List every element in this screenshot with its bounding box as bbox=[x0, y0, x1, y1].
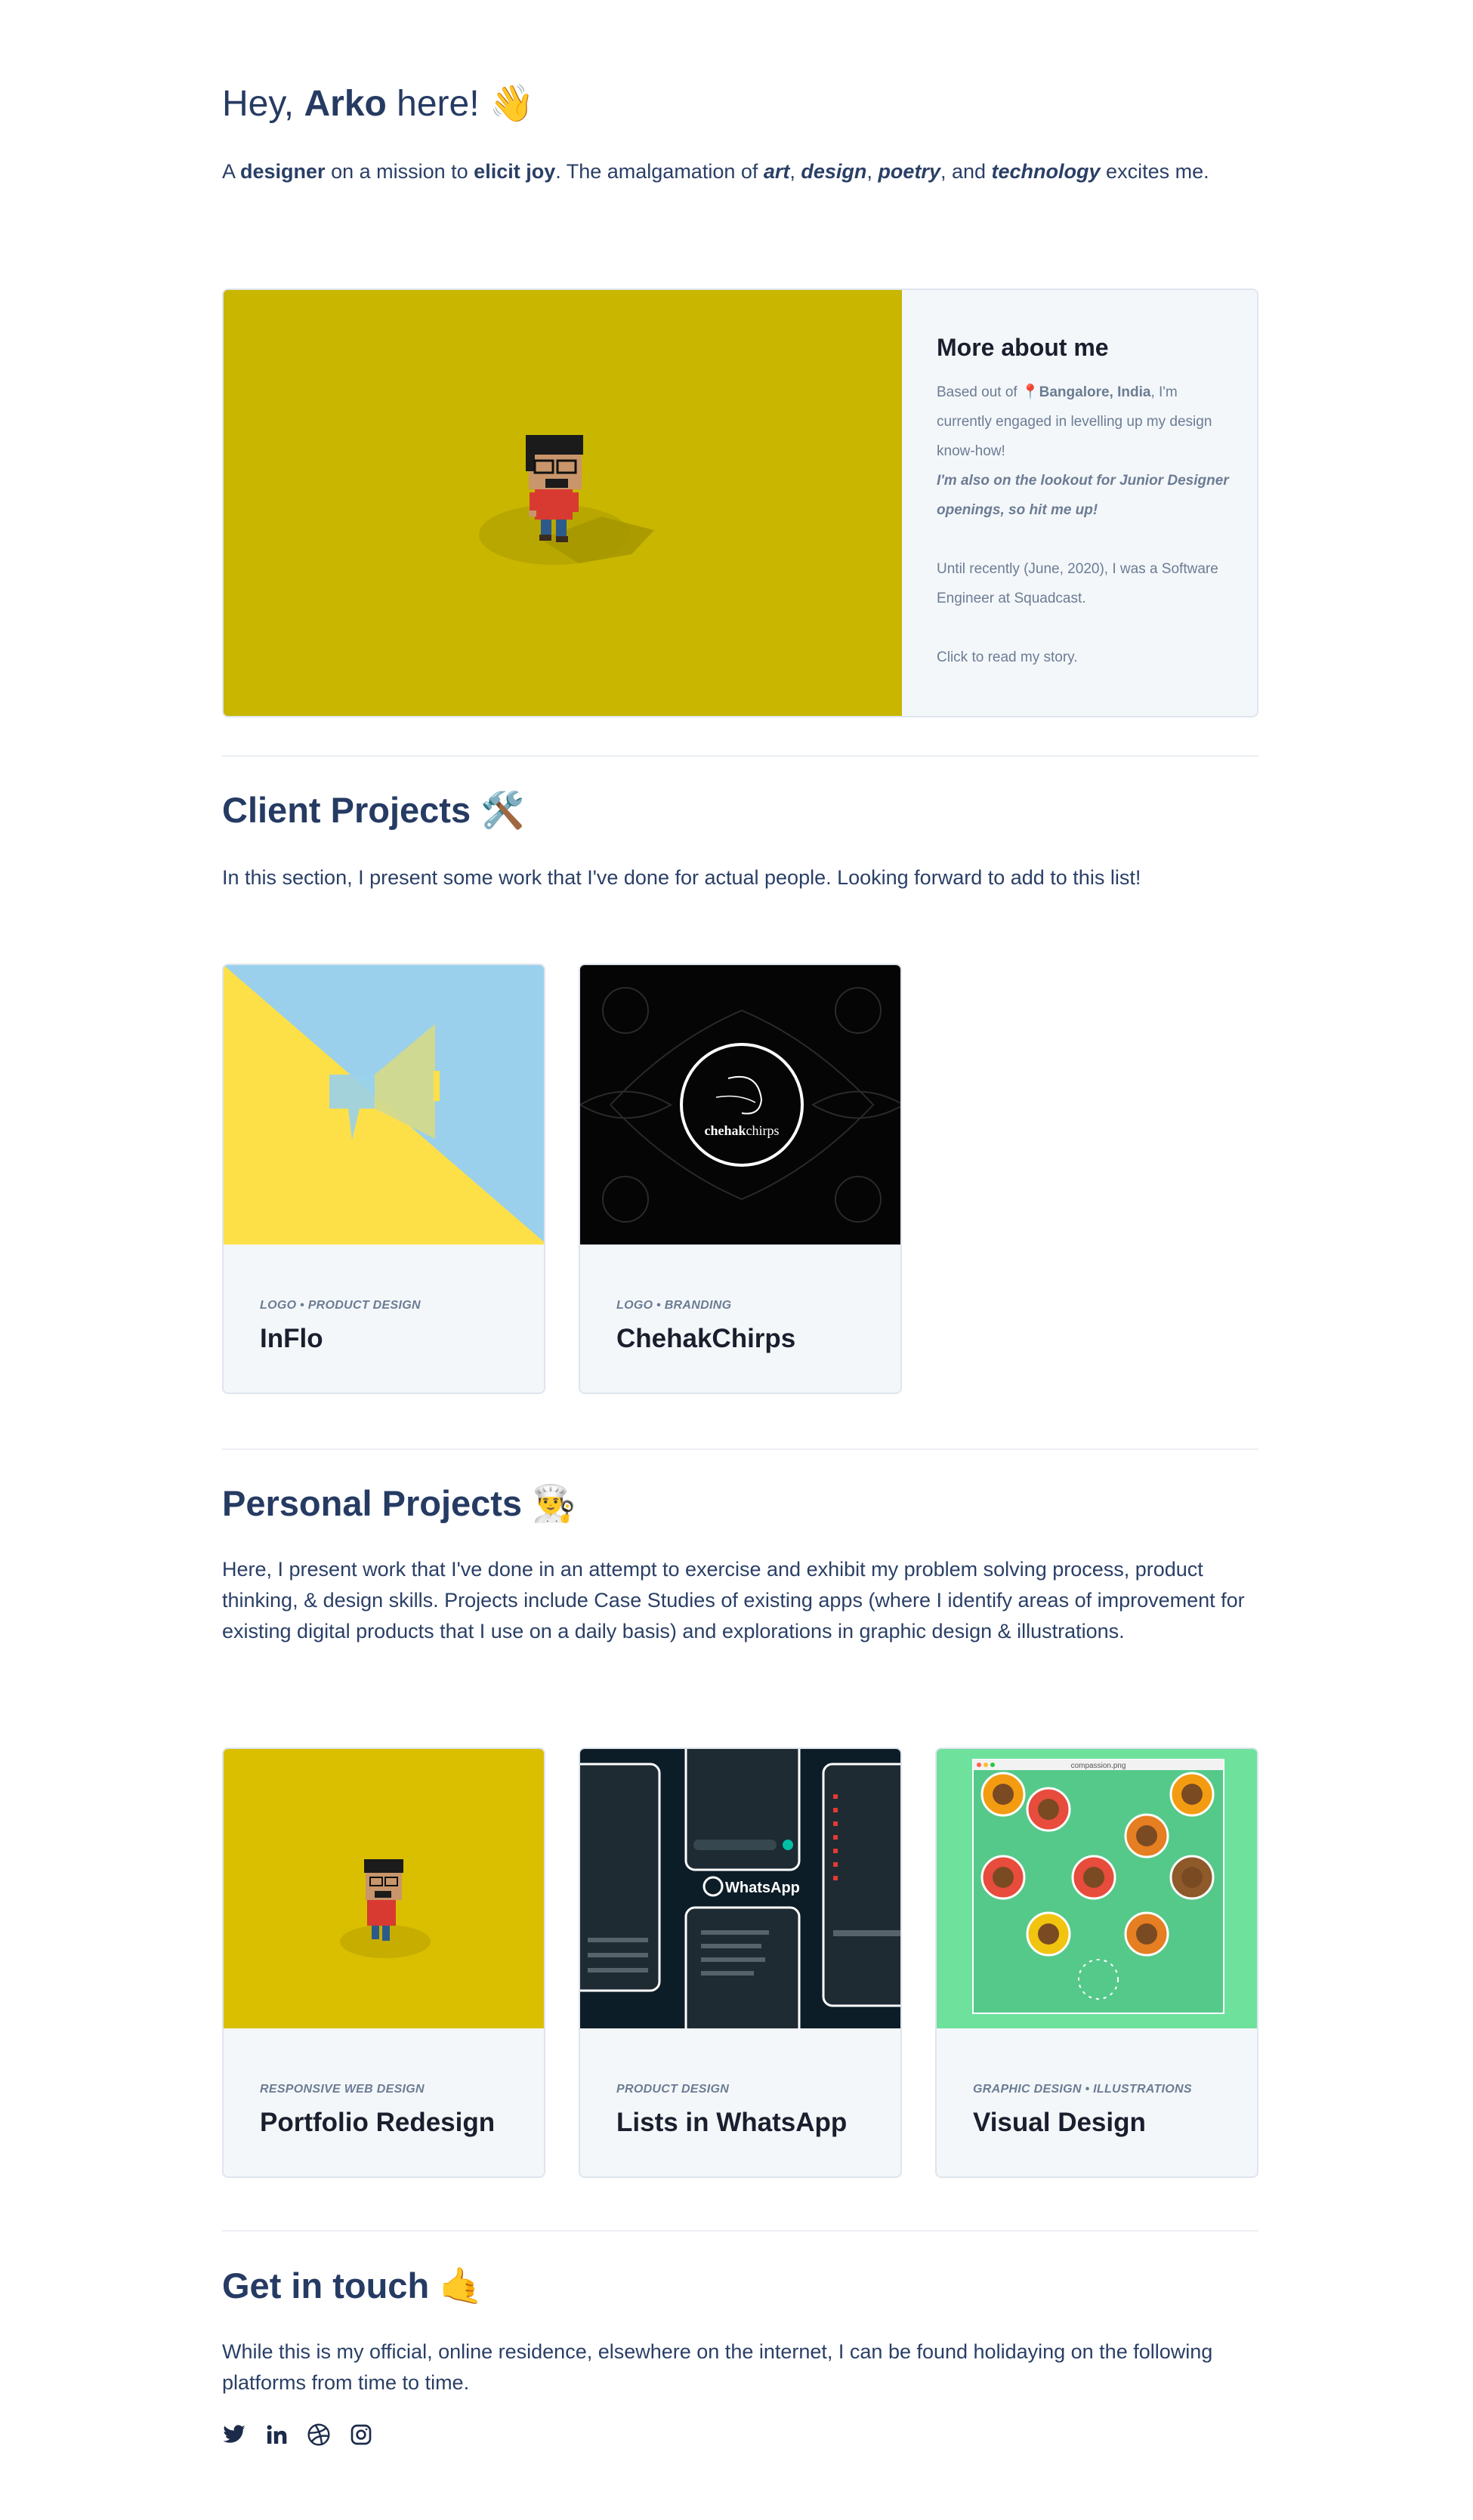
card-meta: GRAPHIC DESIGN • ILLUSTRATIONS bbox=[973, 2083, 1192, 2096]
card-title: InFlo bbox=[260, 1324, 323, 1353]
get-in-touch-text: While this is my official, online reside… bbox=[222, 2340, 1213, 2394]
inflo-logo-image bbox=[224, 965, 544, 1245]
card-title: Portfolio Redesign bbox=[260, 2108, 496, 2137]
tools-emoji: 🛠️ bbox=[480, 790, 525, 830]
linkedin-icon[interactable] bbox=[264, 2423, 289, 2447]
card-meta: LOGO • BRANDING bbox=[616, 1299, 732, 1312]
call-me-hand-emoji: 🤙 bbox=[439, 2266, 483, 2306]
hero-subtitle: A designer on a mission to elicit joy. T… bbox=[222, 160, 1209, 183]
whatsapp-lists-image: WhatsApp bbox=[580, 1749, 900, 2028]
read-story-link[interactable]: Click to read my story. bbox=[937, 649, 1078, 665]
hero-title: Hey, Arko here! 👋 bbox=[222, 84, 535, 124]
svg-text:compassion.png: compassion.png bbox=[1071, 1762, 1126, 1770]
voxel-avatar-image bbox=[224, 290, 902, 716]
card-title: Visual Design bbox=[973, 2108, 1146, 2137]
job-lookout-text: I'm also on the lookout for Junior Desig… bbox=[937, 473, 1229, 518]
dribbble-icon[interactable] bbox=[307, 2423, 331, 2447]
about-me-text: More about me Based out of 📍Bangalore, I… bbox=[937, 332, 1231, 672]
about-body: Based out of 📍Bangalore, India, I'm curr… bbox=[937, 384, 1229, 665]
project-card-chehakchirps[interactable]: chehakchirps LOGO • BRANDING ChehakChirp… bbox=[579, 964, 902, 1394]
card-meta: PRODUCT DESIGN bbox=[616, 2083, 730, 2096]
pin-icon: 📍 bbox=[1021, 384, 1039, 400]
project-card-portfolio-redesign[interactable]: RESPONSIVE WEB DESIGN Portfolio Redesign bbox=[222, 1747, 545, 2178]
twitter-icon[interactable] bbox=[222, 2423, 246, 2447]
portfolio-redesign-image bbox=[224, 1749, 544, 2028]
section-divider bbox=[222, 2230, 1258, 2232]
chehakchirps-logo-image: chehakchirps bbox=[580, 965, 900, 1245]
project-card-lists-in-whatsapp[interactable]: WhatsApp PRODUCT DESIGN Lists in WhatsAp… bbox=[579, 1747, 902, 2178]
client-projects-text: In this section, I present some work tha… bbox=[222, 866, 1141, 889]
project-card-visual-design[interactable]: compassion.png GRAPHIC DESIGN • ILLUSTRA… bbox=[935, 1747, 1258, 2178]
card-meta: LOGO • PRODUCT DESIGN bbox=[260, 1299, 421, 1312]
section-divider bbox=[222, 1448, 1258, 1450]
svg-text:WhatsApp: WhatsApp bbox=[725, 1880, 800, 1896]
social-links bbox=[222, 2423, 373, 2447]
personal-projects-title: Personal Projects 👨‍🍳 bbox=[222, 1483, 576, 1523]
card-title: ChehakChirps bbox=[616, 1324, 796, 1353]
client-projects-title: Client Projects 🛠️ bbox=[222, 790, 525, 830]
about-me-card[interactable]: More about me Based out of 📍Bangalore, I… bbox=[222, 288, 1258, 717]
get-in-touch-title: Get in touch 🤙 bbox=[222, 2266, 483, 2306]
card-meta: RESPONSIVE WEB DESIGN bbox=[260, 2083, 425, 2096]
chef-emoji: 👨‍🍳 bbox=[532, 1483, 576, 1523]
personal-projects-text: Here, I present work that I've done in a… bbox=[222, 1558, 1245, 1642]
about-heading: More about me bbox=[937, 334, 1109, 361]
visual-design-image: compassion.png bbox=[937, 1749, 1257, 2028]
waving-hand-emoji: 👋 bbox=[489, 84, 535, 124]
project-card-inflo[interactable]: LOGO • PRODUCT DESIGN InFlo bbox=[222, 964, 545, 1394]
instagram-icon[interactable] bbox=[349, 2423, 373, 2447]
svg-text:chehakchirps: chehakchirps bbox=[704, 1123, 779, 1138]
card-title: Lists in WhatsApp bbox=[616, 2108, 848, 2137]
hero-name: Arko bbox=[304, 84, 387, 124]
section-divider bbox=[222, 755, 1258, 757]
